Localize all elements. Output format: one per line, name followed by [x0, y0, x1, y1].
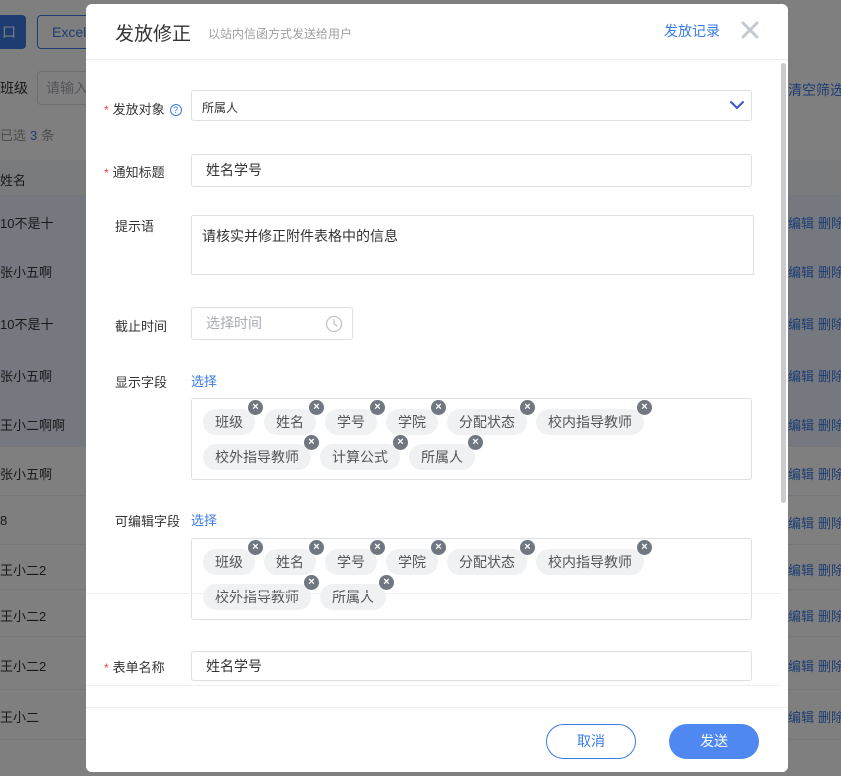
clock-icon: [325, 315, 343, 333]
target-label: * 发放对象?: [104, 99, 182, 118]
field-tag: 分配状态 ×: [447, 540, 535, 575]
required-mark: *: [104, 661, 109, 675]
deadline-placeholder: 选择时间: [206, 315, 262, 331]
divider: [86, 593, 781, 594]
field-tag-label: 分配状态: [459, 554, 515, 570]
field-tag: 计算公式 ×: [320, 435, 408, 470]
editable-fields-select-link[interactable]: 选择: [191, 510, 217, 529]
dialog-body[interactable]: * 发放对象? 所属人 * 通知标题 姓名学号 提示语 请核实并修正附件表格中的信息…: [86, 61, 788, 709]
close-icon[interactable]: [738, 18, 762, 42]
display-fields-select-link[interactable]: 选择: [191, 371, 217, 390]
remove-tag-icon[interactable]: ×: [370, 400, 385, 415]
dialog-subtitle: 以站内信函方式发送给用户: [208, 27, 353, 41]
remove-tag-icon[interactable]: ×: [370, 540, 385, 555]
target-select-value: 所属人: [202, 101, 239, 115]
field-tag-label: 学院: [398, 414, 426, 430]
display-fields-tagbox[interactable]: 班级 × 姓名 × 学号 × 学院 × 分配状态 × 校内指导教师 × 校外指导教师 × 计算公式 × 所属人 ×: [191, 398, 752, 480]
issue-record-link[interactable]: 发放记录: [664, 21, 720, 41]
field-tag: 校外指导教师 ×: [203, 435, 319, 470]
field-tag: 姓名 ×: [264, 400, 324, 435]
editable-fields-tagbox[interactable]: 班级 × 姓名 × 学号 × 学院 × 分配状态 × 校内指导教师 × 校外指导教师 × 所属人 ×: [191, 538, 752, 620]
form-name-label-text: 表单名称: [112, 660, 165, 675]
issue-correction-dialog: 发放修正 以站内信函方式发送给用户 发放记录 * 发放对象? 所属人 * 通知标题 …: [86, 4, 788, 772]
field-tag: 学号 ×: [325, 400, 385, 435]
field-tag-label: 所属人: [421, 449, 463, 465]
remove-tag-icon[interactable]: ×: [431, 400, 446, 415]
remove-tag-icon[interactable]: ×: [304, 435, 319, 450]
dialog-footer: 取消 发送: [86, 707, 788, 772]
remove-tag-icon[interactable]: ×: [431, 540, 446, 555]
editable-fields-label: 可编辑字段: [115, 514, 181, 529]
required-mark: *: [104, 166, 109, 180]
hint-textarea[interactable]: 请核实并修正附件表格中的信息: [191, 215, 754, 275]
field-tag-label: 班级: [215, 414, 243, 430]
field-tag: 所属人 ×: [409, 435, 483, 470]
required-mark: *: [104, 103, 109, 117]
field-tag-label: 分配状态: [459, 414, 515, 430]
remove-tag-icon[interactable]: ×: [379, 575, 394, 590]
field-tag: 分配状态 ×: [447, 400, 535, 435]
remove-tag-icon[interactable]: ×: [309, 540, 324, 555]
field-tag: 校外指导教师 ×: [203, 575, 319, 610]
dialog-header: 发放修正 以站内信函方式发送给用户 发放记录: [86, 4, 788, 60]
field-tag-label: 所属人: [332, 589, 374, 605]
field-tag-label: 校外指导教师: [215, 589, 299, 605]
help-icon[interactable]: ?: [169, 104, 182, 116]
remove-tag-icon[interactable]: ×: [637, 400, 652, 415]
form-name-section: * 表单名称 姓名学号: [86, 637, 781, 709]
field-tag: 班级 ×: [203, 540, 263, 575]
remove-tag-icon[interactable]: ×: [393, 435, 408, 450]
remove-tag-icon[interactable]: ×: [520, 540, 535, 555]
field-tag-label: 学号: [337, 414, 365, 430]
remove-tag-icon[interactable]: ×: [304, 575, 319, 590]
remove-tag-icon[interactable]: ×: [248, 400, 263, 415]
field-tag: 学院 ×: [386, 540, 446, 575]
divider: [86, 685, 781, 686]
chevron-down-icon: [730, 101, 744, 109]
dialog-title: 发放修正: [115, 24, 192, 45]
field-tag: 学号 ×: [325, 540, 385, 575]
field-tag-label: 学院: [398, 554, 426, 570]
field-tag: 姓名 ×: [264, 540, 324, 575]
form-name-label: * 表单名称: [104, 657, 165, 676]
field-tag-label: 校内指导教师: [548, 414, 632, 430]
field-tag: 所属人 ×: [320, 575, 394, 610]
field-tag-label: 计算公式: [332, 449, 388, 465]
display-fields-label: 显示字段: [115, 375, 168, 390]
field-tag-label: 学号: [337, 554, 365, 570]
deadline-picker[interactable]: 选择时间: [191, 307, 353, 340]
title-label-text: 通知标题: [112, 165, 165, 180]
title-label: * 通知标题: [104, 162, 165, 181]
field-tag-label: 姓名: [276, 554, 304, 570]
field-tag-label: 班级: [215, 554, 243, 570]
remove-tag-icon[interactable]: ×: [468, 435, 483, 450]
field-tag: 学院 ×: [386, 400, 446, 435]
field-tag: 校内指导教师 ×: [536, 400, 652, 435]
target-select[interactable]: 所属人: [191, 90, 752, 121]
remove-tag-icon[interactable]: ×: [637, 540, 652, 555]
field-tag-label: 姓名: [276, 414, 304, 430]
form-name-input[interactable]: 姓名学号: [191, 651, 752, 681]
field-tag: 校内指导教师 ×: [536, 540, 652, 575]
target-label-text: 发放对象: [112, 102, 165, 117]
field-tag-label: 校外指导教师: [215, 449, 299, 465]
notice-title-input[interactable]: 姓名学号: [191, 154, 752, 187]
field-tag: 班级 ×: [203, 400, 263, 435]
scrollbar-thumb[interactable]: [781, 63, 786, 503]
hint-label: 提示语: [115, 219, 155, 234]
remove-tag-icon[interactable]: ×: [248, 540, 263, 555]
field-tag-label: 校内指导教师: [548, 554, 632, 570]
remove-tag-icon[interactable]: ×: [309, 400, 324, 415]
remove-tag-icon[interactable]: ×: [520, 400, 535, 415]
send-button[interactable]: 发送: [669, 724, 759, 759]
deadline-label: 截止时间: [115, 319, 168, 334]
cancel-button[interactable]: 取消: [546, 724, 636, 759]
